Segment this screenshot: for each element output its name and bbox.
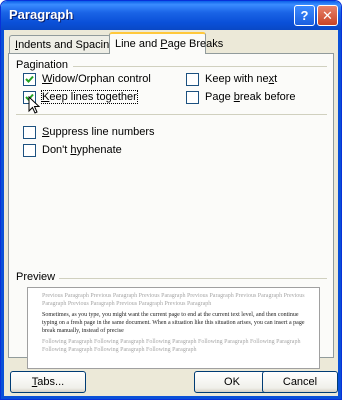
preview-following-paragraph: Following Paragraph Following Paragraph … [42, 339, 301, 353]
preview-previous-paragraph: Previous Paragraph Previous Paragraph Pr… [42, 293, 305, 307]
keep-with-next-checkbox[interactable] [186, 73, 199, 86]
widow-orphan-label: Widow/Orphan control [42, 73, 151, 85]
page-break-before-label: Page break before [205, 91, 296, 103]
tab-line-and-page-breaks[interactable]: Line and Page Breaks [109, 32, 223, 54]
checkmark-icon [25, 75, 34, 83]
paragraph-dialog: Paragraph ? ✕ Indents and Spacing Line a… [0, 0, 342, 400]
pagination-divider [73, 66, 327, 67]
pagination-group-label: Pagination [16, 59, 68, 71]
suppress-line-numbers-label: Suppress line numbers [42, 126, 155, 138]
ok-button-label: OK [224, 376, 240, 388]
cancel-button-label: Cancel [282, 376, 318, 388]
dont-hyphenate-label: Don't hyphenate [42, 144, 122, 156]
tab-indents-and-spacing[interactable]: Indents and Spacing [9, 35, 115, 53]
widow-orphan-checkbox[interactable] [23, 73, 36, 86]
close-icon: ✕ [322, 8, 333, 23]
tab-label-prefix: Line and [115, 38, 161, 50]
title-bar[interactable]: Paragraph ? ✕ [1, 1, 341, 30]
tab-label: age Breaks [167, 38, 224, 50]
tabs-button[interactable]: Tabs... [10, 371, 86, 393]
preview-current-paragraph: Sometimes, as you type, you might want t… [42, 312, 305, 334]
options-divider [16, 114, 327, 115]
dialog-title: Paragraph [9, 7, 74, 22]
page-break-before-checkbox[interactable] [186, 91, 199, 104]
tab-label: ndents and Spacing [18, 39, 116, 51]
tab-mnemonic: P [160, 38, 168, 50]
help-icon: ? [300, 8, 309, 23]
preview-divider [59, 278, 327, 279]
dont-hyphenate-checkbox[interactable] [23, 144, 36, 157]
suppress-line-numbers-checkbox[interactable] [23, 126, 36, 139]
help-button[interactable]: ? [294, 5, 315, 26]
mouse-pointer-icon [28, 96, 40, 114]
close-button[interactable]: ✕ [317, 5, 338, 26]
tabs-button-label: abs... [37, 376, 65, 388]
preview-group-label: Preview [16, 271, 56, 283]
cancel-button[interactable]: Cancel [262, 371, 338, 393]
keep-lines-together-label: Keep lines together [41, 90, 138, 104]
keep-with-next-label: Keep with next [205, 73, 278, 85]
ok-button[interactable]: OK [194, 371, 270, 393]
preview-pane: Previous Paragraph Previous Paragraph Pr… [27, 287, 320, 369]
